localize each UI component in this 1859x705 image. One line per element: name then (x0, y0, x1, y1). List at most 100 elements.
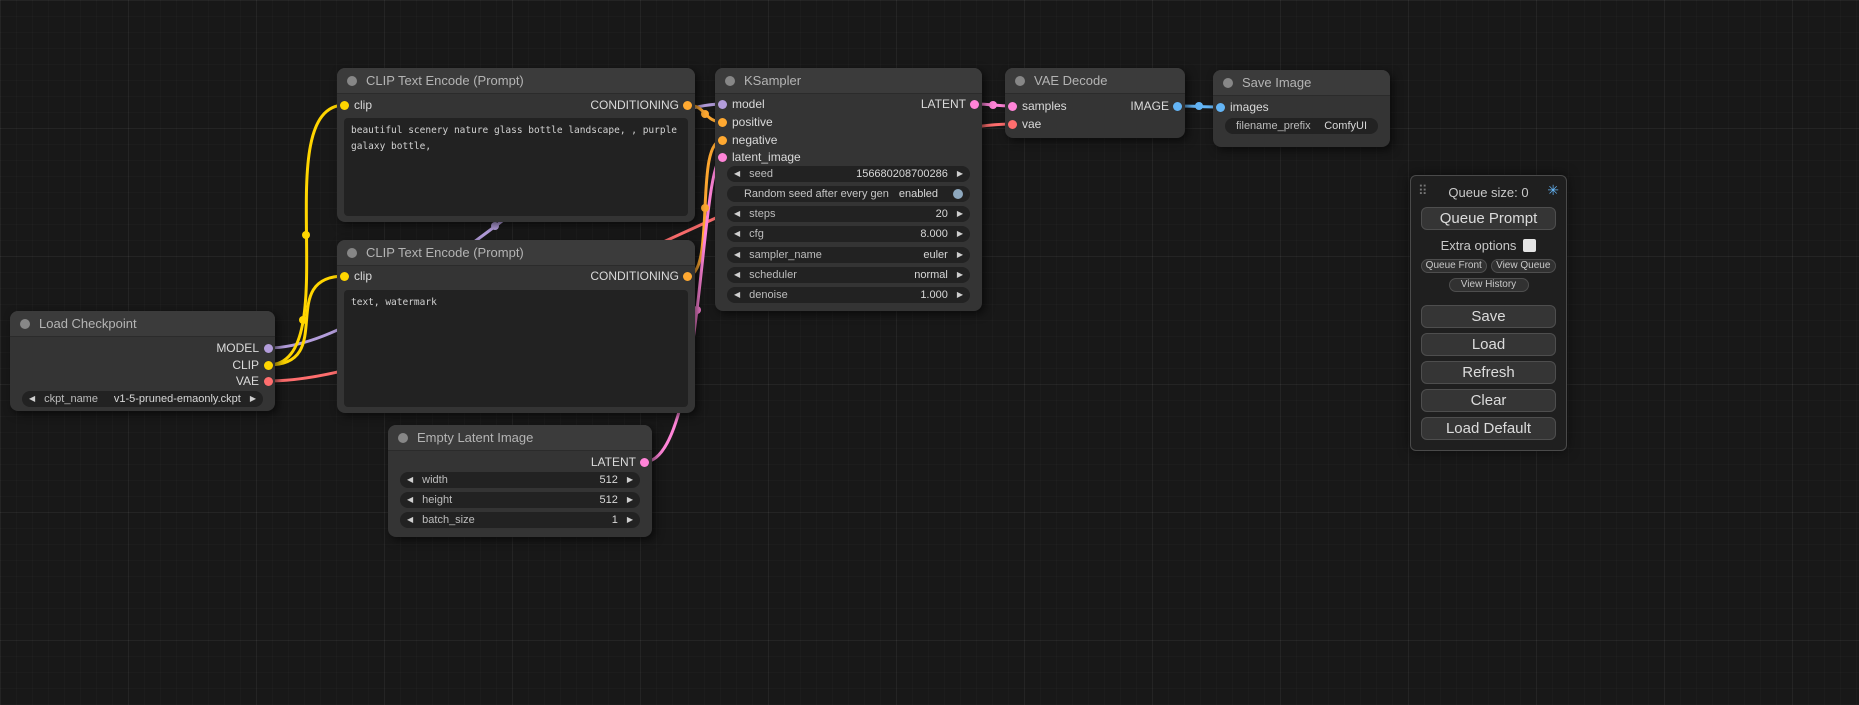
node-collapse-dot[interactable] (1015, 76, 1025, 86)
increment-arrow-icon[interactable]: ▶ (627, 492, 633, 508)
vae-output-dot-circle[interactable] (264, 377, 273, 386)
decrement-arrow-icon[interactable]: ◀ (407, 472, 413, 488)
decrement-arrow-icon[interactable]: ◀ (734, 166, 740, 182)
negative-input-dot[interactable] (718, 136, 727, 145)
drag-handle-icon[interactable]: ⠿ (1418, 183, 1428, 199)
model-output-dot-circle[interactable] (264, 344, 273, 353)
extra-options-checkbox[interactable] (1523, 239, 1536, 252)
increment-arrow-icon[interactable]: ▶ (957, 226, 963, 242)
conditioning-output-dot[interactable] (683, 272, 692, 281)
image-output-dot-circle[interactable] (1173, 102, 1182, 111)
filename-prefix-widget[interactable]: filename_prefix ComfyUI (1225, 118, 1378, 134)
node-title-bar[interactable]: Empty Latent Image (388, 425, 652, 451)
conditioning-output-dot-circle[interactable] (683, 272, 692, 281)
conditioning-output-dot[interactable] (683, 101, 692, 110)
increment-arrow-icon[interactable]: ▶ (627, 472, 633, 488)
decrement-arrow-icon[interactable]: ◀ (407, 512, 413, 528)
node-title-bar[interactable]: CLIP Text Encode (Prompt) (337, 68, 695, 94)
negative-input-dot-circle[interactable] (718, 136, 727, 145)
view-queue-button[interactable]: View Queue (1491, 259, 1557, 273)
samples-input-dot-circle[interactable] (1008, 102, 1017, 111)
vae-output-dot[interactable] (264, 377, 273, 386)
positive-input-dot[interactable] (718, 118, 727, 127)
node-collapse-dot[interactable] (347, 248, 357, 258)
vae-input-dot-circle[interactable] (1008, 120, 1017, 129)
node-clip-text-encode-positive[interactable]: CLIP Text Encode (Prompt) clip CONDITION… (337, 68, 695, 222)
steps-widget[interactable]: ◀ steps 20 ▶ (727, 206, 970, 222)
node-ksampler[interactable]: KSampler model positive negative latent_… (715, 68, 982, 311)
decrement-arrow-icon[interactable]: ◀ (734, 267, 740, 283)
queue-panel[interactable]: ⠿ Queue size: 0 ✳ Queue Prompt Extra opt… (1410, 175, 1567, 451)
view-history-button[interactable]: View History (1449, 278, 1529, 292)
toggle-enabled-dot[interactable] (953, 189, 963, 199)
node-save-image[interactable]: Save Image images filename_prefix ComfyU… (1213, 70, 1390, 147)
node-collapse-dot[interactable] (1223, 78, 1233, 88)
node-collapse-dot[interactable] (20, 319, 30, 329)
latent-output-dot[interactable] (640, 458, 649, 467)
increment-arrow-icon[interactable]: ▶ (627, 512, 633, 528)
increment-arrow-icon[interactable]: ▶ (957, 267, 963, 283)
increment-arrow-icon[interactable]: ▶ (250, 391, 256, 407)
node-clip-text-encode-negative[interactable]: CLIP Text Encode (Prompt) clip CONDITION… (337, 240, 695, 413)
clip-output-dot-circle[interactable] (264, 361, 273, 370)
node-graph-canvas[interactable]: Load Checkpoint MODEL CLIP VAE ◀ ckpt_na… (0, 0, 1859, 705)
latent-output-dot[interactable] (970, 100, 979, 109)
negative-prompt-textarea[interactable]: text, watermark (344, 290, 688, 407)
node-load-checkpoint[interactable]: Load Checkpoint MODEL CLIP VAE ◀ ckpt_na… (10, 311, 275, 411)
model-input-dot[interactable] (718, 100, 727, 109)
load-button[interactable]: Load (1421, 333, 1556, 356)
queue-prompt-button[interactable]: Queue Prompt (1421, 207, 1556, 230)
load-default-button[interactable]: Load Default (1421, 417, 1556, 440)
positive-input-dot-circle[interactable] (718, 118, 727, 127)
sampler-name-widget[interactable]: ◀ sampler_name euler ▶ (727, 247, 970, 263)
images-input-dot[interactable] (1216, 103, 1225, 112)
model-input-dot-circle[interactable] (718, 100, 727, 109)
ckpt-name-widget[interactable]: ◀ ckpt_name v1-5-pruned-emaonly.ckpt ▶ (22, 391, 263, 407)
decrement-arrow-icon[interactable]: ◀ (734, 287, 740, 303)
decrement-arrow-icon[interactable]: ◀ (734, 206, 740, 222)
clip-input-dot[interactable] (340, 272, 349, 281)
conditioning-output-dot-circle[interactable] (683, 101, 692, 110)
vae-input-dot[interactable] (1008, 120, 1017, 129)
latent-image-input-dot[interactable] (718, 153, 727, 162)
denoise-widget[interactable]: ◀ denoise 1.000 ▶ (727, 287, 970, 303)
clear-button[interactable]: Clear (1421, 389, 1556, 412)
latent-image-input-dot-circle[interactable] (718, 153, 727, 162)
node-vae-decode[interactable]: VAE Decode samples vae IMAGE (1005, 68, 1185, 138)
node-title-bar[interactable]: Load Checkpoint (10, 311, 275, 337)
clip-output-dot[interactable] (264, 361, 273, 370)
cfg-widget[interactable]: ◀ cfg 8.000 ▶ (727, 226, 970, 242)
settings-gear-icon[interactable]: ✳ (1547, 182, 1559, 199)
node-title-bar[interactable]: CLIP Text Encode (Prompt) (337, 240, 695, 266)
node-collapse-dot[interactable] (725, 76, 735, 86)
node-title-bar[interactable]: VAE Decode (1005, 68, 1185, 94)
image-output-dot[interactable] (1173, 102, 1182, 111)
increment-arrow-icon[interactable]: ▶ (957, 206, 963, 222)
queue-front-button[interactable]: Queue Front (1421, 259, 1487, 273)
seed-widget[interactable]: ◀ seed 156680208700286 ▶ (727, 166, 970, 182)
refresh-button[interactable]: Refresh (1421, 361, 1556, 384)
random-seed-toggle-widget[interactable]: Random seed after every gen enabled (727, 186, 970, 202)
decrement-arrow-icon[interactable]: ◀ (407, 492, 413, 508)
clip-input-dot[interactable] (340, 101, 349, 110)
width-widget[interactable]: ◀ width 512 ▶ (400, 472, 640, 488)
save-button[interactable]: Save (1421, 305, 1556, 328)
node-title-bar[interactable]: KSampler (715, 68, 982, 94)
increment-arrow-icon[interactable]: ▶ (957, 247, 963, 263)
samples-input-dot[interactable] (1008, 102, 1017, 111)
clip-input-dot-circle[interactable] (340, 101, 349, 110)
latent-output-dot-circle[interactable] (970, 100, 979, 109)
decrement-arrow-icon[interactable]: ◀ (29, 391, 35, 407)
scheduler-widget[interactable]: ◀ scheduler normal ▶ (727, 267, 970, 283)
increment-arrow-icon[interactable]: ▶ (957, 166, 963, 182)
increment-arrow-icon[interactable]: ▶ (957, 287, 963, 303)
height-widget[interactable]: ◀ height 512 ▶ (400, 492, 640, 508)
decrement-arrow-icon[interactable]: ◀ (734, 247, 740, 263)
node-title-bar[interactable]: Save Image (1213, 70, 1390, 96)
node-collapse-dot[interactable] (398, 433, 408, 443)
batch-size-widget[interactable]: ◀ batch_size 1 ▶ (400, 512, 640, 528)
node-empty-latent-image[interactable]: Empty Latent Image LATENT ◀ width 512 ▶ … (388, 425, 652, 537)
positive-prompt-textarea[interactable]: beautiful scenery nature glass bottle la… (344, 118, 688, 216)
toggle-enabled-dot-circle[interactable] (953, 189, 963, 199)
model-output-dot[interactable] (264, 344, 273, 353)
